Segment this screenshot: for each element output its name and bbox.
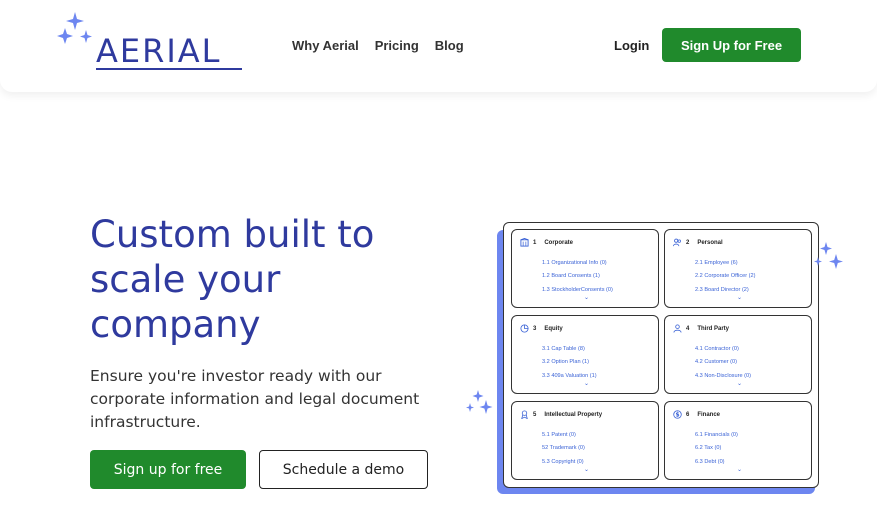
list-item: 4.3 Non-Disclosure (0) bbox=[695, 372, 751, 379]
card-title: Corporate bbox=[544, 239, 574, 246]
aerial-logo[interactable]: AERIAL bbox=[56, 10, 246, 72]
list-item: 6.3 Debt (0) bbox=[695, 458, 725, 465]
chevron-down-icon: ⌄ bbox=[737, 467, 743, 473]
chevron-down-icon: ⌄ bbox=[584, 381, 590, 387]
list-item: 3.1 Cap Table (8) bbox=[542, 346, 585, 352]
card-finance: $ 6 Finance 6.1 Financials (0) 6.2 Tax (… bbox=[664, 401, 812, 480]
chevron-down-icon: ⌄ bbox=[584, 467, 590, 473]
data-room-illustration: 1 Corporate 1.1 Organizational Info (0) … bbox=[503, 222, 819, 488]
building-icon bbox=[520, 238, 529, 247]
schedule-demo-button[interactable]: Schedule a demo bbox=[259, 450, 428, 489]
list-item: 2.3 Board Director (2) bbox=[695, 286, 749, 293]
hero-subtitle: Ensure you're investor ready with our co… bbox=[90, 367, 420, 431]
user-icon bbox=[673, 324, 682, 333]
card-number: 1 bbox=[533, 239, 537, 246]
sparkle-icon bbox=[57, 12, 92, 44]
card-number: 3 bbox=[533, 325, 537, 332]
list-item: 2.2 Corporate Officer (2) bbox=[695, 273, 756, 280]
chevron-down-icon: ⌄ bbox=[584, 295, 590, 301]
card-corporate: 1 Corporate 1.1 Organizational Info (0) … bbox=[511, 229, 659, 308]
list-item: 4.1 Contractor (0) bbox=[695, 346, 739, 352]
signup-button[interactable]: Sign Up for Free bbox=[662, 28, 801, 62]
pie-chart-icon bbox=[520, 324, 529, 333]
card-intellectual-property: 5 Intellectual Property 5.1 Patent (0) 5… bbox=[511, 401, 659, 480]
card-number: 6 bbox=[686, 411, 690, 418]
list-item: 1.3 StockholderConsents (0) bbox=[542, 286, 613, 293]
card-number: 2 bbox=[686, 239, 690, 246]
sparkle-icon bbox=[814, 242, 843, 269]
card-title: Third Party bbox=[697, 325, 730, 332]
logo-underline bbox=[96, 68, 242, 70]
login-link[interactable]: Login bbox=[614, 38, 649, 53]
list-item: 1.1 Organizational Info (0) bbox=[542, 260, 607, 266]
nav-pricing[interactable]: Pricing bbox=[375, 38, 419, 53]
dollar-coin-icon: $ bbox=[673, 410, 682, 419]
list-item: 6.2 Tax (0) bbox=[695, 445, 722, 452]
list-item: 3.2 Option Plan (1) bbox=[542, 359, 589, 366]
list-item: 6.1 Financials (0) bbox=[695, 432, 738, 438]
logo-wordmark: AERIAL bbox=[96, 32, 222, 70]
chevron-down-icon: ⌄ bbox=[737, 295, 743, 301]
sparkle-icon bbox=[466, 390, 493, 414]
main-nav: Why Aerial Pricing Blog bbox=[292, 38, 464, 53]
list-item: 4.2 Customer (0) bbox=[695, 359, 737, 366]
svg-text:$: $ bbox=[675, 413, 679, 419]
card-personal: 2 Personal 2.1 Employee (6) 2.2 Corporat… bbox=[664, 229, 812, 308]
card-title: Personal bbox=[697, 239, 723, 246]
certificate-icon bbox=[521, 410, 528, 419]
list-item: 1.2 Board Consents (1) bbox=[542, 273, 600, 280]
site-header: AERIAL Why Aerial Pricing Blog Login Sig… bbox=[0, 0, 877, 92]
card-number: 5 bbox=[533, 411, 537, 418]
card-title: Equity bbox=[544, 325, 563, 332]
hero-title: Custom built to scale your company bbox=[90, 213, 375, 346]
nav-why-aerial[interactable]: Why Aerial bbox=[292, 38, 359, 53]
list-item: 2.1 Employee (6) bbox=[695, 260, 738, 266]
card-equity: 3 Equity 3.1 Cap Table (8) 3.2 Option Pl… bbox=[511, 315, 659, 394]
nav-blog[interactable]: Blog bbox=[435, 38, 464, 53]
list-item: 5.1 Patent (0) bbox=[542, 432, 576, 438]
chevron-down-icon: ⌄ bbox=[737, 381, 743, 387]
list-item: 5.3 Copyright (0) bbox=[542, 458, 584, 465]
card-title: Intellectual Property bbox=[544, 411, 603, 418]
card-third-party: 4 Third Party 4.1 Contractor (0) 4.2 Cus… bbox=[664, 315, 812, 394]
card-number: 4 bbox=[686, 325, 690, 332]
list-item: 52 Trademark (0) bbox=[542, 445, 585, 452]
users-icon bbox=[673, 238, 681, 247]
signup-free-button[interactable]: Sign up for free bbox=[90, 450, 246, 489]
card-title: Finance bbox=[697, 411, 721, 418]
